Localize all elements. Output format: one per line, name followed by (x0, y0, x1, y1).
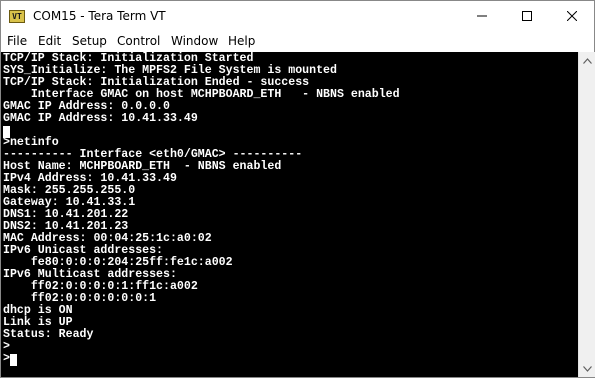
menu-control[interactable]: Control (117, 34, 160, 48)
menu-setup[interactable]: Setup (72, 34, 107, 48)
minimize-button[interactable] (459, 1, 504, 31)
menu-file[interactable]: File (7, 34, 27, 48)
terminal-output[interactable]: TCP/IP Stack: Initialization Started SYS… (1, 52, 578, 377)
menu-bar: File Edit Setup Control Window Help (1, 31, 594, 51)
scroll-down-button[interactable] (579, 360, 595, 377)
terminal-prompt: > (3, 352, 10, 365)
maximize-button[interactable] (504, 1, 549, 31)
close-button[interactable] (549, 1, 594, 31)
menu-help[interactable]: Help (228, 34, 255, 48)
menu-window[interactable]: Window (171, 34, 218, 48)
chevron-down-icon (583, 365, 592, 372)
menu-edit[interactable]: Edit (38, 34, 61, 48)
vertical-scrollbar[interactable] (578, 52, 595, 377)
teraterm-window: VT COM15 - Tera Term VT File Edit Setup … (0, 0, 595, 378)
block-cursor (10, 354, 17, 366)
teraterm-icon[interactable]: VT (9, 10, 25, 23)
scroll-up-button[interactable] (579, 52, 595, 69)
maximize-icon (521, 11, 532, 21)
minimize-icon (476, 15, 487, 17)
chevron-up-icon (583, 57, 592, 64)
close-icon (566, 11, 577, 21)
terminal-line: GMAC IP Address: 10.41.33.49 (3, 112, 198, 125)
title-bar[interactable]: VT COM15 - Tera Term VT (1, 1, 594, 31)
terminal-line: Status: Ready (3, 328, 94, 341)
window-title: COM15 - Tera Term VT (33, 9, 166, 23)
